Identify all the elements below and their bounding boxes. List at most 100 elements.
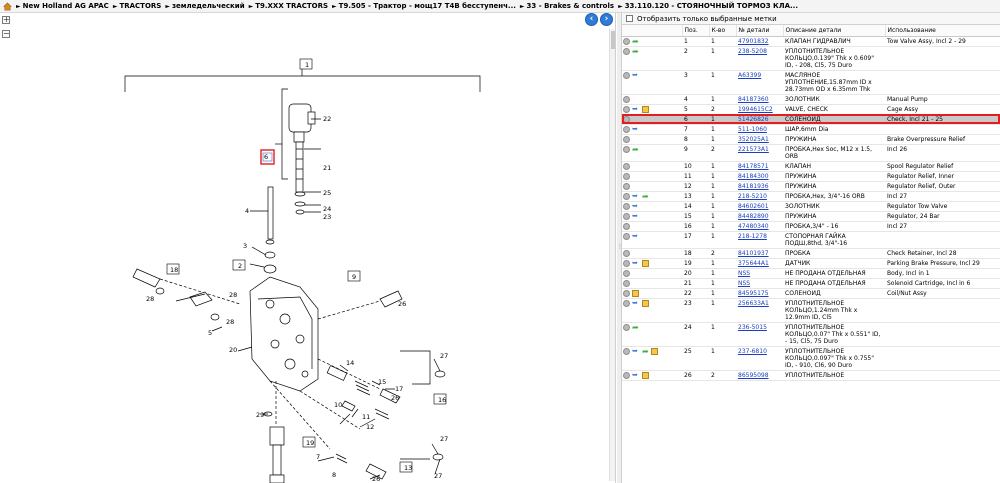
- callout-label[interactable]: 26: [398, 300, 406, 308]
- callout-label[interactable]: 8: [332, 471, 336, 479]
- callout-label[interactable]: 27: [440, 435, 448, 443]
- row-part-number[interactable]: 47480340: [736, 221, 783, 232]
- supersede-icon[interactable]: ➥: [632, 259, 640, 267]
- part-number-link[interactable]: 375644A1: [738, 260, 769, 267]
- callout-label[interactable]: 24: [323, 205, 331, 213]
- breadcrumb-item[interactable]: New Holland AG APAC: [23, 2, 109, 10]
- row-part-number[interactable]: A63399: [736, 70, 783, 95]
- callout-label[interactable]: 7: [316, 453, 320, 461]
- info-icon[interactable]: [623, 47, 630, 55]
- callout-label[interactable]: 21: [323, 164, 331, 172]
- part-number-link[interactable]: 47480340: [738, 223, 769, 230]
- callout-label[interactable]: 22: [323, 115, 331, 123]
- row-part-number[interactable]: 84482890: [736, 211, 783, 222]
- breadcrumb-item[interactable]: 33 - Brakes & controls: [527, 2, 615, 10]
- callout-label[interactable]: 28: [229, 291, 237, 299]
- callout-label[interactable]: 12: [366, 423, 374, 431]
- table-row[interactable]: ➥ 15 1 84482890 ПРУЖИНА Regulator, 24 Bar: [622, 211, 1000, 222]
- row-part-number[interactable]: 47901832: [736, 36, 783, 47]
- callout-label[interactable]: 13: [404, 464, 412, 472]
- info-icon[interactable]: [623, 299, 630, 307]
- row-part-number[interactable]: 84187360: [736, 94, 783, 105]
- kit-icon[interactable]: [642, 259, 649, 267]
- row-part-number[interactable]: 84181936: [736, 181, 783, 192]
- prev-arrow-icon[interactable]: ‹: [585, 13, 598, 26]
- info-icon[interactable]: [623, 249, 630, 257]
- row-part-number[interactable]: 218-1278: [736, 231, 783, 249]
- row-part-number[interactable]: NSS: [736, 278, 783, 289]
- table-row[interactable]: ➦ 24 1 236-5015 УПЛОТНИТЕЛЬНОЕ КОЛЬЦО,0.07" …: [622, 322, 1000, 347]
- callout-label[interactable]: 17: [395, 385, 403, 393]
- table-row[interactable]: ➥ 14 1 84602601 ЗОЛОТНИК Regulator Tow Valve: [622, 201, 1000, 212]
- callout-label[interactable]: 27: [434, 472, 442, 480]
- callout-label[interactable]: 1: [305, 61, 309, 69]
- table-row[interactable]: ➥ 5 2 1994615C2 VALVE, CHECK Cage Assy: [622, 104, 1000, 115]
- info-icon[interactable]: [623, 182, 630, 190]
- table-row[interactable]: 22 1 84595175 СОЛЕНОИД Coil/Nut Assy: [622, 288, 1000, 299]
- callout-label[interactable]: 26: [372, 475, 380, 483]
- info-icon[interactable]: [623, 222, 630, 230]
- info-icon[interactable]: [623, 192, 630, 200]
- breadcrumb-item[interactable]: T9.XXX TRACTORS: [255, 2, 328, 10]
- callout-label[interactable]: 11: [362, 413, 370, 421]
- info-icon[interactable]: [623, 202, 630, 210]
- part-number-link[interactable]: A63399: [738, 72, 761, 79]
- breadcrumb-item[interactable]: земледельческий: [172, 2, 245, 10]
- kit-icon[interactable]: [642, 105, 649, 113]
- part-number-link[interactable]: 236-5015: [738, 324, 767, 331]
- row-part-number[interactable]: 84595175: [736, 288, 783, 299]
- table-row[interactable]: ➥ 19 1 375644A1 ДАТЧИК Parking Brake Pressure…: [622, 258, 1000, 269]
- table-row[interactable]: ➥ 3 1 A63399 МАСЛЯНОЕ УПЛОТНЕНИЕ,15.87mm ID …: [622, 70, 1000, 95]
- table-row[interactable]: ➦ 9 2 221573A1 ПРОБКА,Hex Soc, M12 x 1.5, OR…: [622, 144, 1000, 162]
- breadcrumb-item[interactable]: T9.505 - Трактор - мощ17 T4B бесступенч.…: [339, 2, 516, 10]
- callout-label[interactable]: 18: [170, 266, 178, 274]
- callout-label[interactable]: 29: [256, 411, 264, 419]
- table-row[interactable]: 12 1 84181936 ПРУЖИНА Regulator Relief, Oute…: [622, 181, 1000, 192]
- table-row[interactable]: 11 1 84184300 ПРУЖИНА Regulator Relief, Inne…: [622, 171, 1000, 182]
- table-row[interactable]: ➥ 17 1 218-1278 СТОПОРНАЯ ГАЙКА ПОДШ,8thd, 3…: [622, 231, 1000, 249]
- callout-label[interactable]: 25: [323, 189, 331, 197]
- col-part-number[interactable]: № детали: [736, 25, 784, 37]
- part-number-link[interactable]: 218-5210: [738, 193, 767, 200]
- table-row[interactable]: 10 1 84178571 КЛАПАН Spool Regulator Relief: [622, 161, 1000, 172]
- breadcrumb-item[interactable]: 33.110.120 - СТОЯНОЧНЫЙ ТОРМОЗ КЛА...: [625, 2, 798, 10]
- add-to-cart-icon[interactable]: ➦: [642, 192, 649, 200]
- row-part-number[interactable]: NSS: [736, 268, 783, 279]
- supersede-icon[interactable]: ➥: [632, 202, 640, 210]
- part-number-link[interactable]: 256633A1: [738, 300, 769, 307]
- col-description[interactable]: Описание детали: [783, 25, 886, 37]
- part-number-link[interactable]: 218-1278: [738, 233, 767, 240]
- info-icon[interactable]: [623, 135, 630, 143]
- table-row[interactable]: ➦ 2 1 238-5208 УПЛОТНИТЕЛЬНОЕ КОЛЬЦО,0.139" …: [622, 46, 1000, 71]
- part-number-link[interactable]: 238-5208: [738, 48, 767, 55]
- col-pos[interactable]: Поз.: [682, 25, 710, 37]
- part-number-link[interactable]: 84181936: [738, 183, 769, 190]
- info-icon[interactable]: [623, 172, 630, 180]
- table-row[interactable]: ➥ ➦ 13 1 218-5210 ПРОБКА,Hex, 3/4"-16 ORB Incl…: [622, 191, 1000, 202]
- table-row[interactable]: 4 1 84187360 ЗОЛОТНИК Manual Pump: [622, 94, 1000, 105]
- add-to-cart-icon[interactable]: ➦: [632, 145, 639, 153]
- table-row[interactable]: ➥ 7 1 511-1060 ШАР,6mm Dia: [622, 124, 1000, 135]
- diagram-scrollbar[interactable]: [609, 29, 615, 481]
- part-number-link[interactable]: 84101937: [738, 250, 769, 257]
- callout-label[interactable]: 26: [391, 394, 399, 402]
- row-part-number[interactable]: 238-5208: [736, 46, 783, 71]
- table-row[interactable]: ➥ ➦ 25 1 237-6810 УПЛОТНИТЕЛЬНОЕ КОЛЬЦО,0.097…: [622, 346, 1000, 371]
- filter-bar[interactable]: Отобразить только выбранные метки: [622, 13, 1000, 25]
- table-row[interactable]: 6 1 51426826 СОЛЕНОИД Check, Incl 21 - 25: [622, 114, 1000, 125]
- row-part-number[interactable]: 218-5210: [736, 191, 783, 202]
- row-part-number[interactable]: 84178571: [736, 161, 783, 172]
- info-icon[interactable]: [623, 269, 630, 277]
- part-number-link[interactable]: 84187360: [738, 96, 769, 103]
- add-to-cart-icon[interactable]: ➦: [642, 347, 649, 355]
- filter-checkbox[interactable]: [626, 15, 633, 22]
- kit-icon[interactable]: [632, 289, 639, 297]
- part-number-link[interactable]: 352025A1: [738, 136, 769, 143]
- next-arrow-icon[interactable]: ›: [600, 13, 613, 26]
- info-icon[interactable]: [623, 259, 630, 267]
- part-number-link[interactable]: NSS: [738, 270, 750, 277]
- part-number-link[interactable]: 84602601: [738, 203, 769, 210]
- supersede-icon[interactable]: ➥: [632, 371, 640, 379]
- callout-label[interactable]: 10: [334, 401, 342, 409]
- supersede-icon[interactable]: ➥: [632, 232, 640, 240]
